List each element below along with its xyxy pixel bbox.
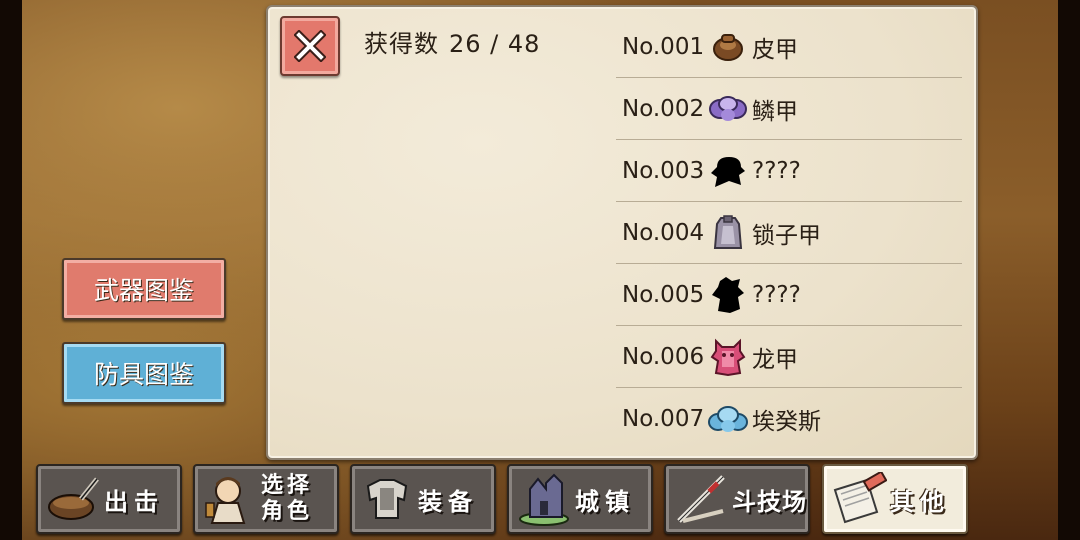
dragon-armor-icon	[706, 337, 750, 377]
item-name: 皮甲	[752, 36, 798, 63]
nav-town-button[interactable]: 城镇	[507, 464, 653, 534]
nav-equipment-button[interactable]: 装备	[350, 464, 496, 534]
nav-label: 选择 角色	[261, 473, 313, 525]
leather-armor-icon	[706, 27, 750, 67]
item-name: ????	[752, 157, 801, 184]
weapon-encyclopedia-button[interactable]: 武器图鉴	[62, 258, 226, 320]
unknown-silhouette-icon	[706, 151, 750, 191]
item-name: ????	[752, 281, 801, 308]
notebook-icon	[828, 468, 890, 530]
character-icon	[199, 468, 261, 530]
nav-arena-button[interactable]: 斗技场	[664, 464, 810, 534]
close-x-icon	[294, 30, 326, 62]
scale-armor-icon	[706, 89, 750, 129]
bottom-nav: 出击 选择 角色 装备 城镇 斗技场 其他	[0, 460, 1080, 540]
nav-label: 装备	[418, 487, 478, 516]
count-label: 获得数	[364, 30, 439, 58]
nav-select-character-button[interactable]: 选择 角色	[193, 464, 339, 534]
crossed-swords-icon	[670, 468, 732, 530]
item-number: No.004	[622, 219, 705, 246]
item-number: No.001	[622, 33, 705, 60]
left-edge	[0, 0, 22, 540]
nav-label: 出击	[104, 487, 164, 516]
nav-label: 斗技场	[732, 487, 807, 516]
collection-count: 获得数 26 / 48	[364, 24, 550, 59]
item-name: 埃癸斯	[752, 409, 821, 435]
list-item[interactable]: No.005 ????	[616, 264, 962, 326]
nav-label-line1: 选择	[261, 473, 314, 498]
right-edge	[1058, 0, 1080, 540]
chain-mail-icon	[706, 213, 750, 253]
list-item[interactable]: No.006 龙甲	[616, 326, 962, 388]
armor-icon	[356, 468, 418, 530]
castle-icon	[513, 468, 575, 530]
item-number: No.006	[622, 343, 705, 370]
nav-other-button[interactable]: 其他	[822, 464, 968, 534]
close-button[interactable]	[280, 16, 340, 76]
nav-label: 城镇	[575, 487, 635, 516]
item-number: No.002	[622, 95, 705, 122]
nav-label: 其他	[890, 487, 950, 516]
item-name: 锁子甲	[752, 222, 821, 249]
item-number: No.005	[622, 281, 705, 308]
list-item[interactable]: No.004 锁子甲	[616, 202, 962, 264]
list-item[interactable]: No.003 ????	[616, 140, 962, 202]
count-value: 26 / 48	[449, 30, 541, 58]
list-item[interactable]: No.002 鳞甲	[616, 78, 962, 140]
armor-list: No.001 皮甲 No.002 鳞甲 No.003 ???? No.004 锁…	[616, 16, 962, 450]
item-number: No.003	[622, 157, 705, 184]
item-name: 鳞甲	[752, 98, 798, 125]
item-number: No.007	[622, 406, 705, 432]
armor-encyclopedia-button[interactable]: 防具图鉴	[62, 342, 226, 404]
item-name: 龙甲	[752, 346, 798, 373]
nav-label-line2: 角色	[261, 499, 314, 524]
unknown-silhouette-icon	[706, 275, 750, 315]
list-item[interactable]: No.001 皮甲	[616, 16, 962, 78]
wok-icon	[42, 468, 104, 530]
aegis-armor-icon	[706, 399, 750, 439]
nav-sortie-button[interactable]: 出击	[36, 464, 182, 534]
list-item[interactable]: No.007 埃癸斯	[616, 388, 962, 450]
